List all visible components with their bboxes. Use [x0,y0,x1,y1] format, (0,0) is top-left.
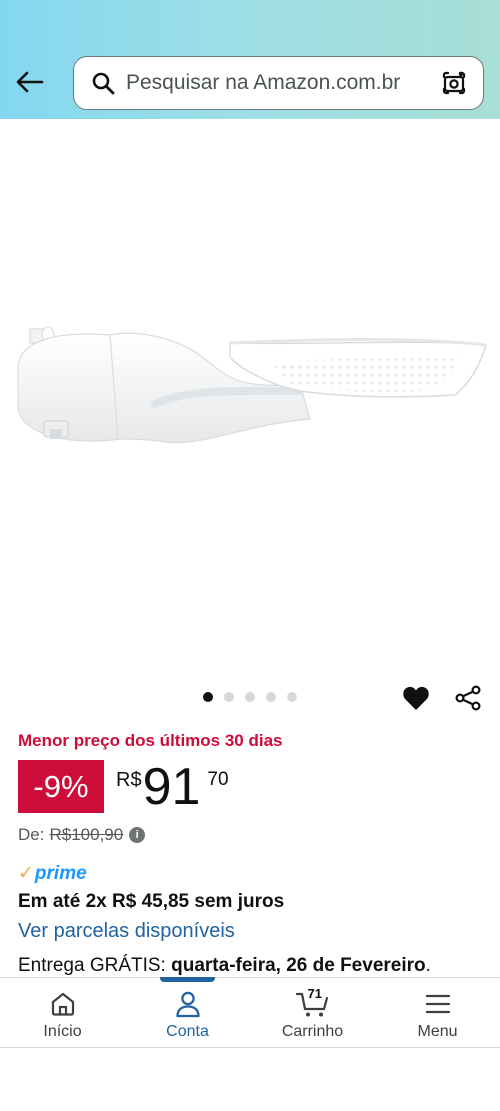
bottom-nav: Início Conta 71 Carrinho Menu [0,977,500,1048]
back-arrow-icon [16,71,44,93]
menu-icon [425,990,451,1018]
discount-badge: -9% [18,760,104,813]
carousel-dot[interactable] [224,692,234,702]
search-icon [90,70,116,96]
cart-icon: 71 [295,986,331,1018]
prime-badge: ✓ prime [18,862,87,885]
list-price: De: R$100,90 i [18,825,146,845]
cart-count-badge: 71 [307,986,322,1001]
deal-label: Menor preço dos últimos 30 dias [18,731,283,750]
carousel-dot[interactable] [245,692,255,702]
nav-cart[interactable]: 71 Carrinho [250,978,375,1047]
info-icon[interactable]: i [129,827,146,843]
home-icon [50,990,76,1018]
nav-menu[interactable]: Menu [375,978,500,1047]
camera-search-icon[interactable] [439,68,469,98]
delivery-info: Entrega GRÁTIS: quarta-feira, 26 de Feve… [18,955,431,977]
price: R$ 91 70 [116,761,229,813]
image-carousel-dots[interactable] [203,692,297,702]
installments-text: Em até 2x R$ 45,85 sem juros [18,891,285,912]
search-bar[interactable]: Pesquisar na Amazon.com.br [73,56,484,110]
nav-cart-label: Carrinho [281,1023,344,1040]
nav-account-label: Conta [166,1023,209,1040]
nav-home-label: Início [43,1023,82,1040]
installments-link[interactable]: Ver parcelas disponíveis [18,920,235,943]
delivery-suffix: . [425,955,431,976]
account-icon [175,990,201,1018]
share-button[interactable] [452,682,484,714]
back-button[interactable] [10,62,50,102]
nav-account[interactable]: Conta [125,977,250,1047]
active-tab-indicator [160,977,215,982]
price-fraction: 70 [207,769,229,790]
nav-menu-label: Menu [417,1023,458,1040]
carousel-dot[interactable] [266,692,276,702]
search-input[interactable]: Pesquisar na Amazon.com.br [126,71,439,95]
heart-icon [403,686,429,710]
price-whole: 91 [142,758,201,816]
list-price-label: De: [18,825,45,844]
wishlist-button[interactable] [400,682,432,714]
delivery-prefix: Entrega GRÁTIS: [18,955,172,976]
carousel-dot[interactable] [287,692,297,702]
prime-check-icon: ✓ [18,863,34,884]
share-icon [455,685,481,711]
carousel-dot[interactable] [203,692,213,702]
shower-head-image [17,326,487,444]
delivery-date: quarta-feira, 26 de Fevereiro [171,955,426,976]
prime-label: prime [34,862,87,884]
price-currency: R$ [116,769,142,791]
list-price-value: R$100,90 [49,825,124,844]
product-image[interactable] [0,119,500,679]
header: Pesquisar na Amazon.com.br [0,0,500,119]
nav-home[interactable]: Início [0,978,125,1047]
